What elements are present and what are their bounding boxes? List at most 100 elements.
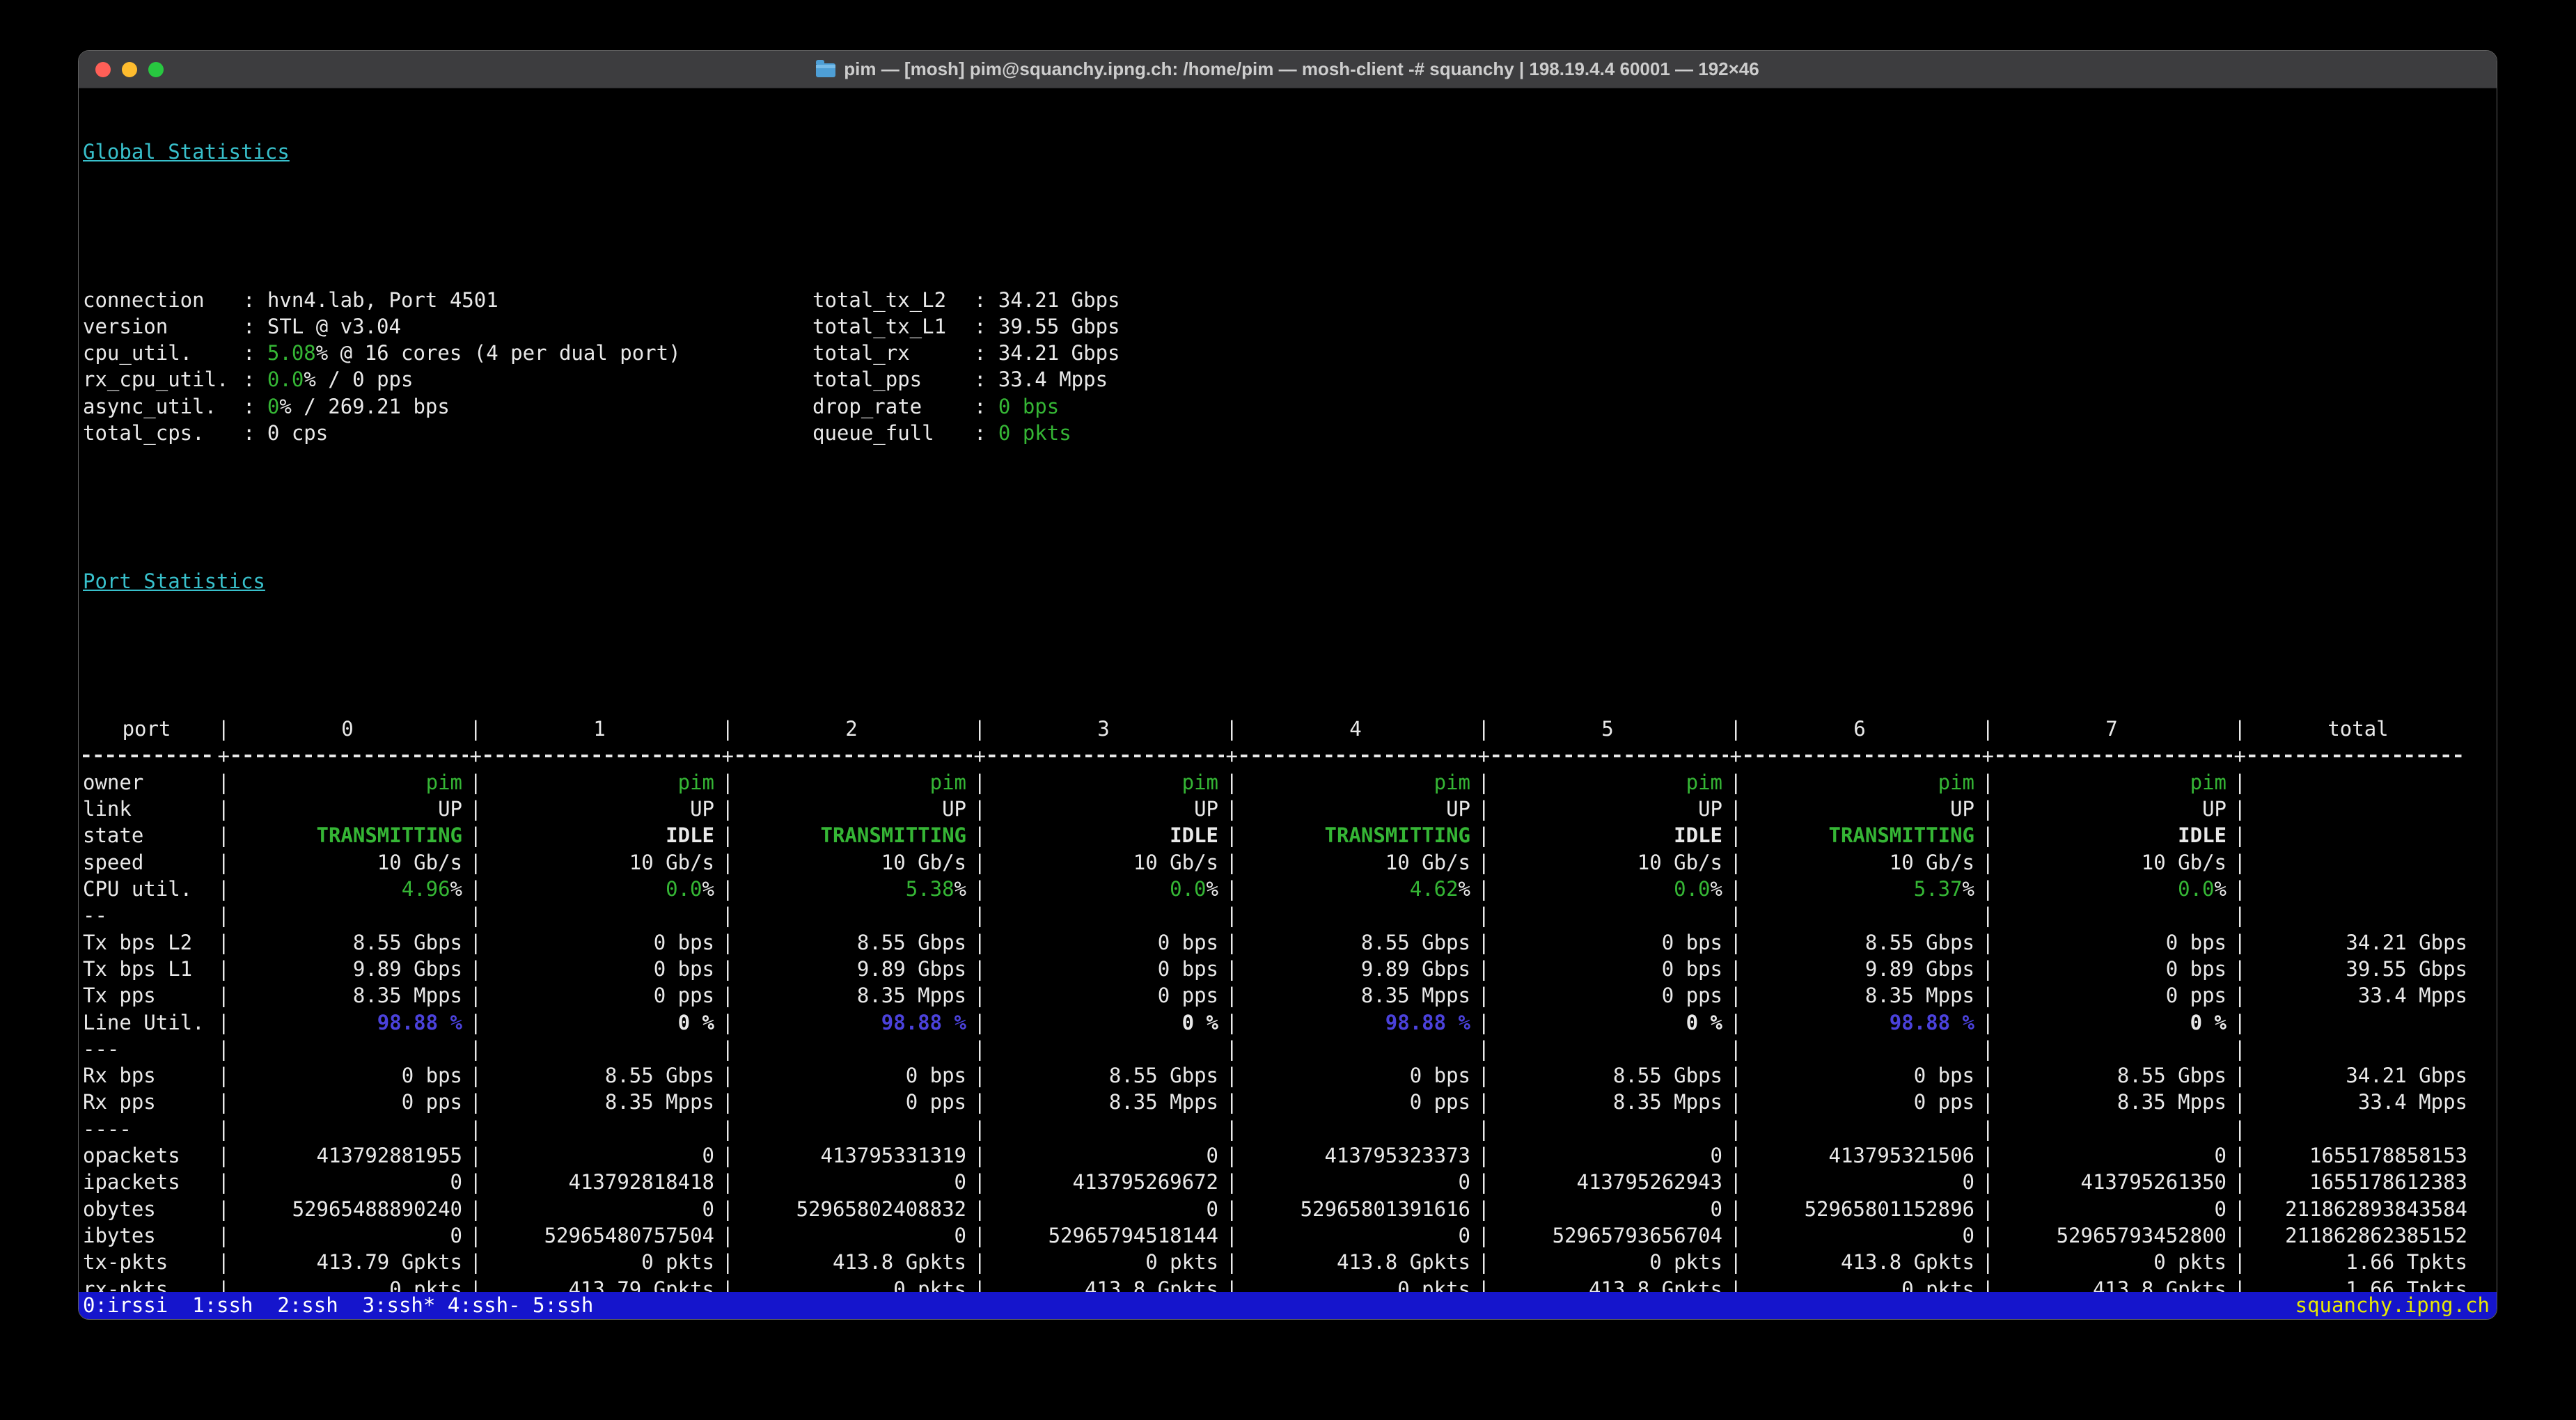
value: 0 bps [401,1064,462,1088]
port-state: TRANSMITTING [1828,823,1974,848]
global-stats-block: connection: hvn4.lab, Port 4501 total_tx_… [83,287,2497,447]
table-cell: pim [1745,769,1997,796]
table-cell: 5.37% [1745,876,1997,902]
value: 413795261350 [2080,1170,2226,1194]
row-label: tx-pkts [83,1249,233,1275]
value: 34.21 Gbps [2346,930,2467,954]
value-unit: % [450,877,462,901]
table-cell: 33.4 Mpps [2249,1089,2497,1115]
value: 0 pps [1661,984,1722,1008]
value: 8.55 Gbps [1108,1064,1218,1088]
value: 8.35 Mpps [1864,984,1974,1008]
value: 98.88 % [1385,1010,1470,1034]
table-cell: 52965793452800 [1997,1222,2249,1249]
table-cell: 9.89 Gbps [737,956,989,982]
value: 0 pkts [1145,1250,1218,1275]
stat-label: version [83,314,168,338]
value: 10 Gb/s [2141,850,2226,874]
stat-value: 33.4 Mpps [998,368,1108,392]
table-cell: 10 Gb/s [485,849,737,876]
value-unit: % [1458,877,1470,901]
table-cell: 0.0% [485,876,737,902]
separator-cell [989,742,1241,769]
stat-value: % @ 16 cores (4 per dual port) [315,341,681,365]
table-cell [233,1036,485,1062]
table-cell: 8.55 Gbps [1493,1062,1745,1089]
table-cell: 98.88 % [233,1009,485,1036]
value: 52965793452800 [2056,1223,2226,1247]
stat-line: async_util.: 0% / 269.21 bps drop_rate: 0… [83,393,2497,420]
table-cell: 0 bps [1997,929,2249,956]
table-cell: 0 % [485,1009,737,1036]
stat-label: total_cps. [83,421,205,445]
stat-right-column: total_tx_L1: 39.55 Gbps [812,313,1120,340]
table-cell [233,902,485,929]
table-cell: 52965801152896 [1745,1196,1997,1222]
table-cell: pim [737,769,989,796]
value: 8.35 Mpps [856,984,966,1008]
table-cell: 0.0% [1997,876,2249,902]
table-cell: TRANSMITTING [737,822,989,849]
table-cell: 39.55 Gbps [2249,956,2497,982]
value: 8.55 Gbps [604,1064,714,1088]
stat-value: 0 pkts [998,421,1071,445]
value: UP [690,797,714,821]
table-cell: 0 bps [485,929,737,956]
table-cell: UP [989,796,1241,822]
stat-value: STL @ v3.04 [267,314,401,338]
row-label: Tx bps L2 [83,929,233,956]
value: 0 [1458,1223,1470,1247]
value: 0 bps [1661,930,1722,954]
column-header: total [2327,717,2389,741]
value: 0 % [677,1010,714,1034]
table-cell: 34.21 Gbps [2249,929,2497,956]
table-cell: IDLE [1493,822,1745,849]
table-cell: 0 bps [737,1062,989,1089]
table-cell [2249,1036,2497,1062]
table-cell: 0 [485,1142,737,1169]
value: 413.8 Gpkts [1336,1250,1470,1275]
table-cell [2249,769,2497,796]
port-state: IDLE [1170,823,1218,848]
value: 1655178612383 [2309,1170,2467,1194]
column-header: 6 [1745,716,1997,742]
table-cell: 1655178858153 [2249,1142,2497,1169]
table-cell [737,1116,989,1142]
stat-right-column: total_rx: 34.21 Gbps [812,340,1120,366]
stat-colon: : [974,368,998,392]
row-label: ipackets [83,1169,233,1195]
table-cell: 9.89 Gbps [1745,956,1997,982]
table-cell: UP [737,796,989,822]
table-cell: 4.62% [1241,876,1493,902]
table-cell: 98.88 % [737,1009,989,1036]
value: pim [425,770,462,794]
table-cell [989,902,1241,929]
value: 0 pps [1157,984,1218,1008]
table-cell: 413.8 Gpkts [737,1249,989,1275]
value: pim [1938,770,1974,794]
table-cell [1493,902,1745,929]
table-cell [1997,1116,2249,1142]
value: 0 [450,1170,462,1194]
table-cell [1241,1036,1493,1062]
table-cell: 0 pps [1241,1089,1493,1115]
value: 413.79 Gpkts [316,1250,462,1275]
value: 34.21 Gbps [2346,1064,2467,1088]
table-cell: 0 bps [233,1062,485,1089]
table-cell: UP [1745,796,1997,822]
table-cell: 0 bps [1241,1062,1493,1089]
value: 98.88 % [1889,1010,1974,1034]
table-cell [989,1116,1241,1142]
table-cell: 0 % [989,1009,1241,1036]
separator-cell [1493,742,1745,769]
table-cell [1241,902,1493,929]
column-header: 4 [1241,716,1493,742]
tmux-status-bar: 0:irssi 1:ssh 2:ssh 3:ssh* 4:ssh- 5:ssh s… [79,1292,2497,1319]
stat-value: hvn4.lab, Port 4501 [267,287,498,312]
stat-colon: : [974,287,998,312]
value: 413795269672 [1072,1170,1218,1194]
table-cell: 8.55 Gbps [1745,929,1997,956]
value: 0 pkts [2153,1250,2226,1275]
table-cell [2249,1116,2497,1142]
value: 0 pps [653,984,714,1008]
